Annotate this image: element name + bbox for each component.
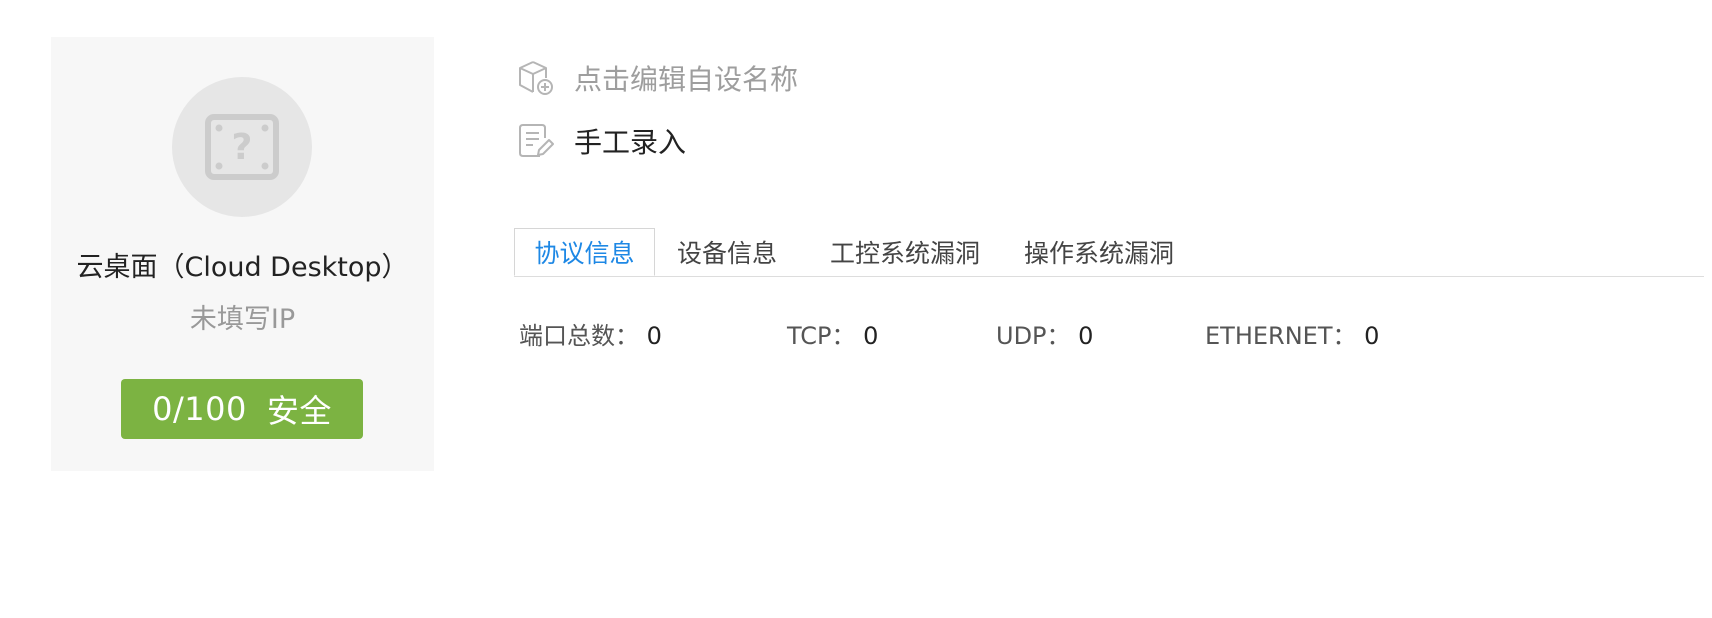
svg-text:?: ?: [232, 127, 253, 168]
stat-value: 0: [863, 322, 879, 350]
stat-label: 端口总数：: [519, 322, 639, 350]
device-avatar: ?: [172, 77, 312, 217]
custom-name-row[interactable]: 点击编辑自设名称: [516, 58, 798, 98]
source-row: 手工录入: [516, 121, 686, 161]
stat-udp: UDP： 0: [996, 316, 1093, 351]
protocol-stats: 端口总数： 0 TCP： 0 UDP： 0 ETHERNET： 0: [0, 316, 1712, 350]
stat-label: ETHERNET：: [1205, 322, 1357, 350]
stat-value: 0: [646, 322, 662, 350]
security-score: 0/100: [152, 390, 247, 428]
stat-label: TCP：: [787, 322, 856, 350]
stat-total-ports: 端口总数： 0: [519, 316, 662, 351]
stat-value: 0: [1078, 322, 1094, 350]
tab-device-info[interactable]: 设备信息: [667, 228, 787, 276]
unknown-device-icon: ?: [205, 114, 279, 180]
cube-add-icon: [519, 61, 553, 95]
stat-ethernet: ETHERNET： 0: [1205, 316, 1379, 351]
stat-tcp: TCP： 0: [787, 316, 878, 351]
security-status: 安全: [266, 392, 332, 430]
custom-name-edit-link[interactable]: 点击编辑自设名称: [574, 58, 798, 98]
stat-value: 0: [1364, 322, 1380, 350]
source-text: 手工录入: [574, 126, 687, 159]
tab-bar: 协议信息 设备信息 工控系统漏洞 操作系统漏洞: [514, 228, 1704, 277]
stat-label: UDP：: [996, 322, 1071, 350]
security-score-badge: 0/100 安全: [121, 379, 363, 439]
tab-os-vulnerabilities[interactable]: 操作系统漏洞: [1014, 228, 1184, 276]
tab-ics-vulnerabilities[interactable]: 工控系统漏洞: [820, 228, 990, 276]
tab-protocol-info[interactable]: 协议信息: [514, 228, 655, 276]
device-name: 云桌面（Cloud Desktop）: [76, 252, 409, 283]
device-card: ? 云桌面（Cloud Desktop） 未填写IP 0/100 安全: [51, 37, 434, 471]
edit-document-icon: [519, 124, 554, 157]
